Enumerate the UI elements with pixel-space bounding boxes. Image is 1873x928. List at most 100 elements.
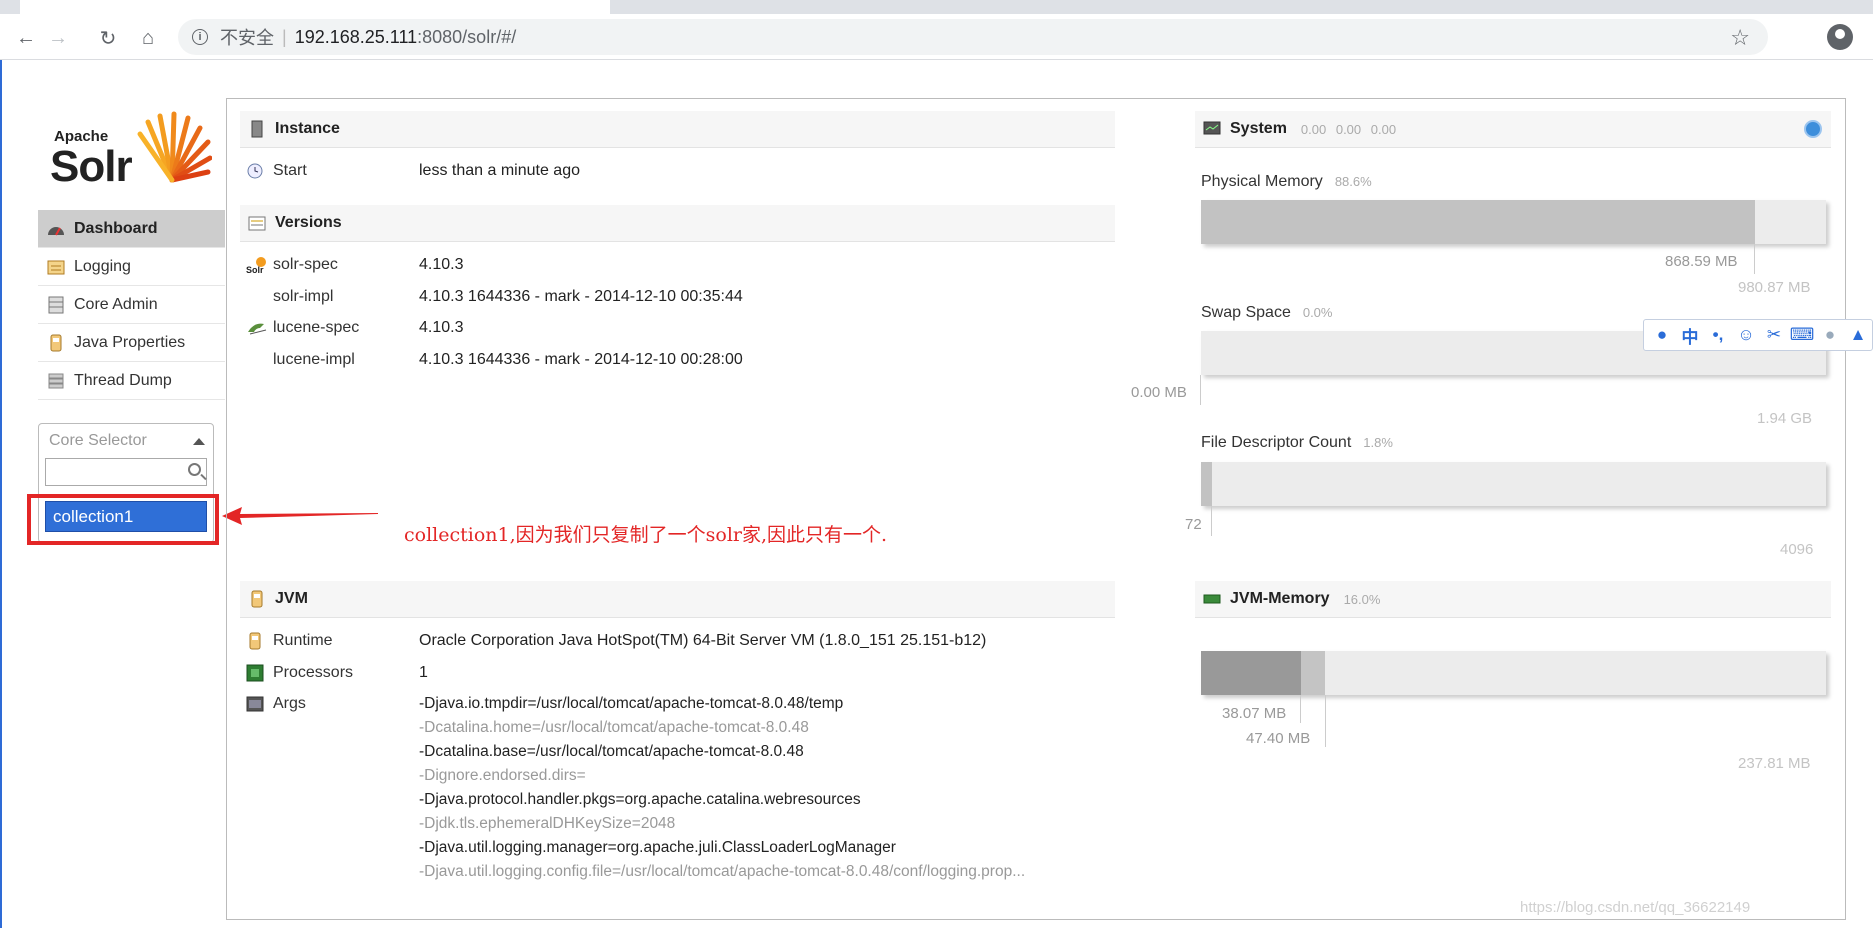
address-bar[interactable]: i 不安全 | 192.168.25.111:8080/solr/#/ ☆ [178,19,1768,55]
swap-space-pct: 0.0% [1302,305,1333,320]
gauge-tick [1754,244,1755,274]
ime-toolbar[interactable]: ● 中 •, ☺ ✂ ⌨ ● ▲ [1643,319,1873,351]
solr-sunburst-icon [137,111,212,183]
versions-header: Versions [240,205,1115,242]
home-icon[interactable]: ⌂ [134,24,162,52]
physical-memory-used: 868.59 MB [1665,253,1738,270]
jvm-arg: -Dignore.endorsed.dirs= [419,767,586,784]
sidebar-item-core-admin[interactable]: Core Admin [38,286,225,324]
sidebar-item-label: Thread Dump [74,371,172,389]
ime-emoji-icon[interactable]: ☺ [1732,321,1760,349]
runtime-icon [246,632,264,650]
jvm-memory-committed: 47.40 MB [1246,730,1311,747]
file-descriptor-label: File Descriptor Count [1201,434,1352,451]
url-host: 192.168.25.111 [294,26,418,47]
physical-memory-bar [1201,200,1826,244]
dashboard-icon [46,220,66,238]
sidebar-item-java-properties[interactable]: Java Properties [38,324,225,362]
system-title: System [1230,120,1287,137]
ime-punctuation-icon[interactable]: •, [1704,321,1732,349]
start-label: Start [273,162,307,179]
jvm-header: JVM [240,581,1115,618]
version-row-label: lucene-impl [273,351,355,368]
ime-scissors-icon[interactable]: ✂ [1760,321,1788,349]
browser-toolbar: ← → ↻ ⌂ i 不安全 | 192.168.25.111:8080/solr… [0,14,1873,60]
profile-avatar-icon[interactable] [1827,24,1853,50]
watermark: https://blog.csdn.net/qq_36622149 [1520,899,1751,916]
jvm-arg: -Djava.protocol.handler.pkgs=org.apache.… [419,791,861,808]
search-icon [188,463,201,476]
jvm-arg: -Djava.util.logging.manager=org.apache.j… [419,839,896,856]
sidebar-item-logging[interactable]: Logging [38,248,225,286]
file-descriptor-used: 72 [1185,516,1202,533]
ime-logo-icon[interactable]: ● [1648,321,1676,349]
processor-chip-icon [246,664,264,682]
back-arrow-icon[interactable]: ← [12,24,40,52]
sidebar-item-label: Core Admin [74,295,158,313]
caret-up-icon[interactable] [193,438,205,445]
jvm-arg: -Dcatalina.base=/usr/local/tomcat/apache… [419,743,804,760]
sidebar-item-label: Java Properties [74,333,186,351]
url-separator: | [282,26,287,47]
insecure-label: 不安全 [220,28,274,48]
site-info-icon[interactable]: i [192,29,208,45]
sidebar-item-thread-dump[interactable]: Thread Dump [38,362,225,400]
url-path: :8080/solr/#/ [417,26,517,47]
gauge-tick [1325,695,1326,747]
logo-solr-text: Solr [50,142,133,191]
java-properties-icon [46,334,66,352]
file-descriptor-pct: 1.8% [1363,435,1393,450]
physical-memory-total: 980.87 MB [1738,279,1811,296]
jvm-memory-title: JVM-Memory [1230,590,1330,607]
bookmark-star-icon[interactable]: ☆ [1730,25,1750,51]
reload-icon[interactable]: ↻ [94,24,122,52]
jvm-arg: -Dcatalina.home=/usr/local/tomcat/apache… [419,719,809,736]
args-terminal-icon [246,695,264,713]
version-row-value: 4.10.3 [419,256,464,273]
swap-space-total: 1.94 GB [1757,410,1813,427]
core-search-input[interactable] [45,458,207,486]
swap-space-label: Swap Space [1201,304,1291,321]
system-header: System 0.00 0.00 0.00 [1195,111,1831,148]
instance-title: Instance [275,120,340,137]
svg-text:Solr: Solr [246,265,264,274]
processors-label: Processors [273,664,354,681]
args-label: Args [273,695,306,712]
core-selector-label: Core Selector [49,432,147,449]
window-edge [0,60,2,928]
refresh-icon[interactable] [1804,120,1822,138]
version-row-value: 4.10.3 [419,319,464,336]
jvm-icon [248,590,266,608]
swap-space-used: 0.00 MB [1131,384,1187,401]
ime-user-icon[interactable]: ● [1816,321,1844,349]
ime-skin-icon[interactable]: ▲ [1844,321,1872,349]
gauge-tick [1211,506,1212,536]
ime-chinese-toggle[interactable]: 中 [1676,321,1704,349]
core-option-collection1[interactable]: collection1 [45,501,207,532]
system-load-average: 0.00 0.00 0.00 [1300,121,1397,137]
version-row-label: solr-impl [273,288,334,305]
active-browser-tab[interactable] [20,0,610,14]
ime-keyboard-icon[interactable]: ⌨ [1788,321,1816,349]
file-descriptor-fill [1201,462,1212,506]
swap-space-title: Swap Space 0.0% [1201,304,1332,322]
jvm-memory-used: 38.07 MB [1222,705,1287,722]
versions-icon [248,214,266,232]
jvm-title: JVM [275,590,308,607]
jvm-memory-header: JVM-Memory 16.0% [1195,581,1831,618]
forward-arrow-icon[interactable]: → [44,24,72,52]
start-value: less than a minute ago [419,162,580,179]
versions-title: Versions [275,214,342,231]
physical-memory-label: Physical Memory [1201,173,1323,190]
system-monitor-icon [1203,120,1221,138]
physical-memory-title: Physical Memory 88.6% [1201,173,1372,191]
jvm-memory-used-fill [1201,651,1301,695]
sidebar-item-dashboard[interactable]: Dashboard [38,210,225,248]
file-descriptor-title: File Descriptor Count 1.8% [1201,434,1393,452]
solr-logo[interactable]: Apache Solr [50,108,212,192]
runtime-label: Runtime [273,632,333,649]
core-admin-icon [46,296,66,314]
lucene-icon [246,319,268,337]
sidebar-nav: Dashboard Logging Core Admin Java Proper… [38,210,225,400]
file-descriptor-bar [1201,462,1826,506]
